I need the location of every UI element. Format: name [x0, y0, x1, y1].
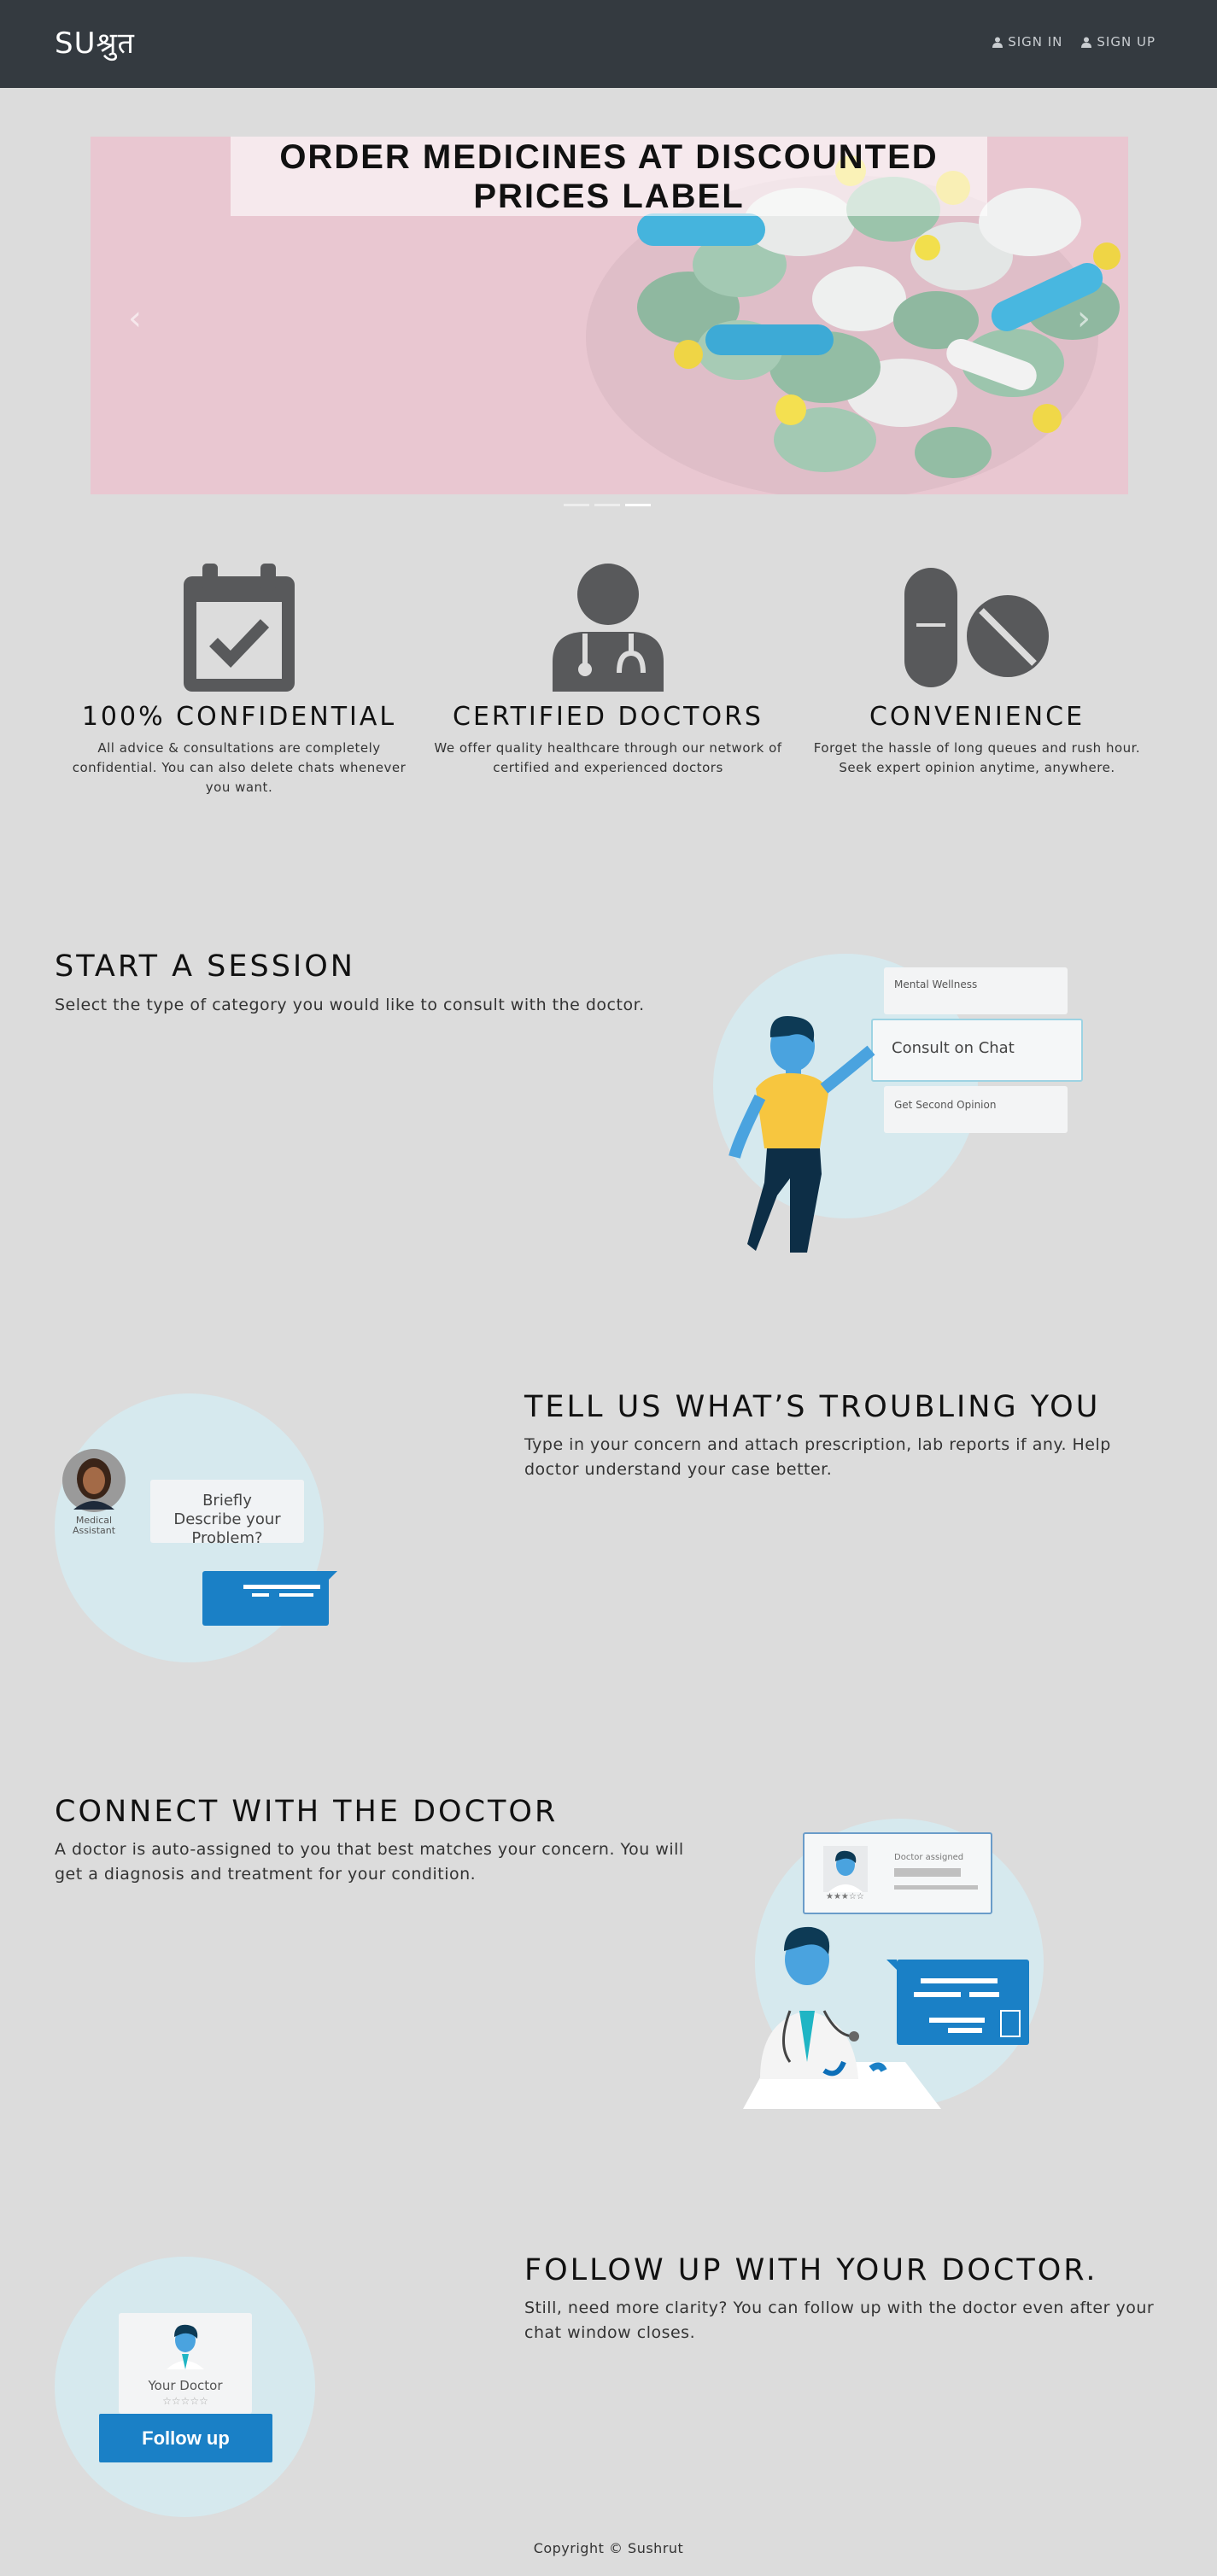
reply-bubble — [202, 1571, 337, 1626]
feature-title: CERTIFIED DOCTORS — [453, 702, 764, 732]
carousel-indicators — [564, 504, 651, 506]
connect-text: A doctor is auto-assigned to you that be… — [55, 1840, 684, 1884]
describe-problem-bubble: Briefly Describe your Problem? — [150, 1480, 304, 1547]
assistant-label: Medical Assistant — [72, 1515, 116, 1536]
carousel-indicator-active[interactable] — [625, 504, 651, 506]
user-icon — [1081, 37, 1092, 48]
rating-stars: ★★★☆☆ — [826, 1892, 864, 1901]
tell-us-title: TELL US WHAT’S TROUBLING YOU — [524, 1390, 1101, 1424]
doctor-avatar — [823, 1846, 868, 1892]
follow-up-title: FOLLOW UP WITH YOUR DOCTOR. — [524, 2253, 1098, 2287]
start-session-title: START A SESSION — [55, 949, 355, 984]
calendar-check-icon — [184, 564, 295, 692]
your-doctor-card: Your Doctor ☆☆☆☆☆ — [119, 2313, 252, 2414]
feature-certified-doctors: CERTIFIED DOCTORS We offer quality healt… — [429, 564, 787, 778]
carousel-indicator[interactable] — [594, 504, 620, 506]
sign-up-link[interactable]: SIGN UP — [1081, 34, 1156, 50]
carousel-prev-button[interactable]: ‹ — [128, 299, 142, 338]
assistant-avatar — [62, 1449, 126, 1512]
doctor-avatar — [167, 2324, 204, 2369]
placeholder-bar — [894, 1868, 961, 1877]
bubble-text: Briefly Describe your Problem? — [173, 1492, 281, 1547]
user-icon — [992, 37, 1003, 48]
feature-title: CONVENIENCE — [869, 702, 1085, 732]
patient-illustration — [728, 1016, 875, 1253]
feature-convenience: CONVENIENCE Forget the hassle of long qu… — [798, 564, 1156, 778]
sign-in-link[interactable]: SIGN IN — [992, 34, 1062, 50]
doctor-icon — [553, 564, 664, 692]
your-doctor-label: Your Doctor — [148, 2378, 223, 2393]
hero-carousel: ORDER MEDICINES AT DISCOUNTED PRICES LAB… — [91, 137, 1128, 494]
option-label: Get Second Opinion — [894, 1099, 997, 1111]
tell-us-text: Type in your concern and attach prescrip… — [524, 1435, 1111, 1479]
doctor-assigned-label: Doctor assigned — [894, 1853, 964, 1862]
option-mental-wellness[interactable]: Mental Wellness — [884, 967, 1068, 1014]
navbar: SUश्रुत SIGN IN SIGN UP — [0, 0, 1217, 88]
option-second-opinion[interactable]: Get Second Opinion — [884, 1086, 1068, 1133]
doctor-assigned-card: ★★★☆☆ Doctor assigned — [803, 1832, 992, 1914]
option-consult-on-chat[interactable]: Consult on Chat — [871, 1019, 1083, 1082]
carousel-caption: ORDER MEDICINES AT DISCOUNTED PRICES LAB… — [231, 137, 987, 216]
start-session-text: Select the type of category you would li… — [55, 996, 645, 1014]
feature-text: Forget the hassle of long queues and rus… — [813, 740, 1141, 775]
feature-title: 100% CONFIDENTIAL — [81, 702, 397, 732]
rating-stars: ☆☆☆☆☆ — [162, 2395, 208, 2407]
doctor-illustration — [743, 1926, 1029, 2109]
follow-up-button[interactable]: Follow up — [99, 2414, 272, 2462]
connect-title: CONNECT WITH THE DOCTOR — [55, 1795, 559, 1829]
option-label: Mental Wellness — [894, 978, 978, 990]
nav-links: SIGN IN SIGN UP — [992, 34, 1156, 50]
feature-confidential: 100% CONFIDENTIAL All advice & consultat… — [60, 564, 418, 797]
feature-text: All advice & consultations are completel… — [72, 740, 407, 795]
carousel-next-button[interactable]: › — [1077, 299, 1091, 338]
brand-logo[interactable]: SUश्रुत — [55, 22, 135, 61]
option-label: Consult on Chat — [892, 1039, 1015, 1057]
feature-text: We offer quality healthcare through our … — [434, 740, 782, 775]
sign-in-label: SIGN IN — [1008, 34, 1063, 50]
placeholder-bar — [894, 1885, 978, 1890]
carousel-indicator[interactable] — [564, 504, 589, 506]
footer-copyright: Copyright © Sushrut — [533, 2540, 684, 2556]
pills-icon — [904, 568, 1049, 687]
follow-up-text: Still, need more clarity? You can follow… — [524, 2299, 1155, 2342]
sign-up-label: SIGN UP — [1097, 34, 1156, 50]
